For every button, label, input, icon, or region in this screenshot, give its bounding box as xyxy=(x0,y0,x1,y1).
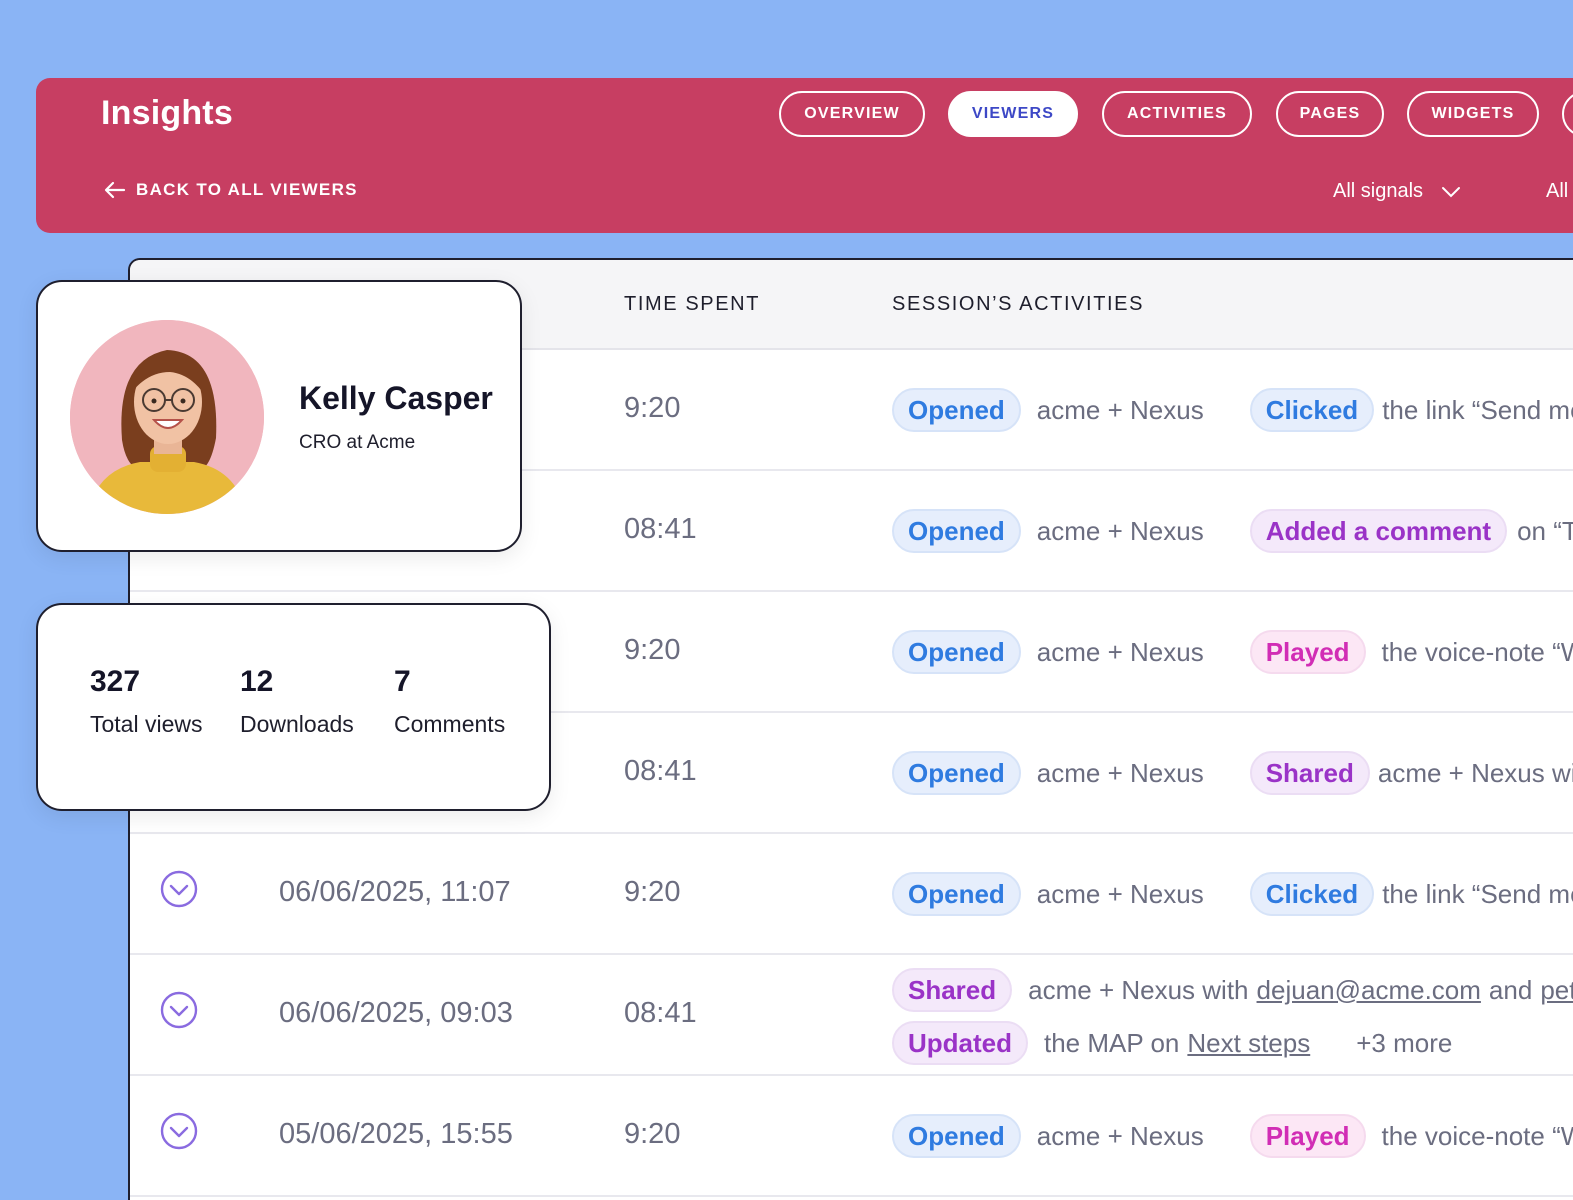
stat-comments: 7 Comments xyxy=(394,665,505,738)
time-spent: 08:41 xyxy=(624,755,697,787)
activity-pill-shared: Shared xyxy=(892,968,1013,1012)
session-activities: Opened acme + Nexus Added a comment on “… xyxy=(892,509,1573,553)
activity-text: the link “Send me xyxy=(1382,394,1573,425)
tab-activities[interactable]: ACTIVITIES xyxy=(1102,91,1252,137)
viewer-stats-card: 327 Total views 12 Downloads 7 Comments xyxy=(36,603,551,811)
expand-chevron-icon[interactable] xyxy=(160,1112,198,1150)
col-sessions-activities: SESSION’S ACTIVITIES xyxy=(892,293,1145,315)
session-activities: Opened acme + Nexus Clicked the link “Se… xyxy=(892,388,1573,432)
time-spent: 9:20 xyxy=(624,634,681,666)
activity-text: on “Te xyxy=(1517,515,1573,546)
stat-value: 327 xyxy=(90,665,141,698)
activity-text: the voice-note “W xyxy=(1381,1120,1573,1151)
time-spent: 08:41 xyxy=(624,513,697,545)
stat-value: 7 xyxy=(394,665,411,698)
email-link[interactable]: dejuan@acme.com xyxy=(1257,975,1481,1006)
stat-label: Comments xyxy=(394,711,506,737)
session-activities: Shared acme + Nexus with dejuan@acme.com… xyxy=(892,967,1573,1073)
activity-text: acme + Nexus wit xyxy=(1377,757,1573,788)
time-spent: 9:20 xyxy=(624,876,681,908)
insights-header: Insights OVERVIEW VIEWERS ACTIVITIES PAG… xyxy=(36,78,1573,233)
activity-pill-opened: Opened xyxy=(892,388,1021,432)
table-row[interactable]: 05/06/2025, 15:55 9:20 Opened acme + Nex… xyxy=(130,1076,1573,1197)
page-link[interactable]: Next steps xyxy=(1187,1028,1310,1059)
chevron-down-icon xyxy=(1442,186,1461,197)
stat-label: Downloads xyxy=(240,711,354,737)
activity-text: acme + Nexus xyxy=(1036,1120,1204,1151)
session-date: 06/06/2025, 09:03 xyxy=(279,997,513,1029)
activity-pill-shared: Shared xyxy=(1249,751,1370,795)
email-link[interactable]: pete xyxy=(1540,975,1573,1006)
second-filter-dropdown[interactable]: All xyxy=(1546,180,1568,203)
activity-text: acme + Nexus xyxy=(1036,636,1204,667)
session-activities: Opened acme + Nexus Shared acme + Nexus … xyxy=(892,751,1573,795)
stat-label: Total views xyxy=(90,711,203,737)
tab-viewers[interactable]: VIEWERS xyxy=(948,91,1078,137)
activity-text: acme + Nexus xyxy=(1036,878,1204,909)
viewer-name: Kelly Casper xyxy=(299,380,493,416)
back-label: BACK TO ALL VIEWERS xyxy=(136,180,358,199)
activity-text: and xyxy=(1488,974,1533,1005)
session-activities: Opened acme + Nexus Played the voice-not… xyxy=(892,630,1573,674)
session-activities: Opened acme + Nexus Played the voice-not… xyxy=(892,1114,1573,1158)
activity-pill-added-comment: Added a comment xyxy=(1249,509,1508,553)
more-activities-link[interactable]: +3 more xyxy=(1356,1028,1452,1059)
activity-pill-clicked: Clicked xyxy=(1249,872,1375,916)
activity-pill-updated: Updated xyxy=(892,1021,1028,1065)
time-spent: 9:20 xyxy=(624,392,681,424)
session-activities: Opened acme + Nexus Clicked the link “Se… xyxy=(892,872,1573,916)
activity-pill-played: Played xyxy=(1249,630,1366,674)
stat-downloads: 12 Downloads xyxy=(240,665,354,738)
activity-text: acme + Nexus xyxy=(1036,394,1204,425)
activity-pill-played: Played xyxy=(1249,1114,1366,1158)
tab-pages[interactable]: PAGES xyxy=(1276,91,1384,137)
activity-text: the voice-note “W xyxy=(1381,636,1573,667)
activity-pill-clicked: Clicked xyxy=(1249,388,1375,432)
avatar xyxy=(70,320,264,514)
expand-chevron-icon[interactable] xyxy=(160,991,198,1029)
activity-text: the link “Send me xyxy=(1382,878,1573,909)
table-row[interactable]: 06/06/2025, 11:07 9:20 Opened acme + Nex… xyxy=(130,834,1573,955)
activity-line: Updated the MAP on Next steps +3 more xyxy=(892,1020,1573,1066)
activity-text: the MAP on xyxy=(1044,1027,1180,1058)
viewer-role: CRO at Acme xyxy=(299,432,416,453)
time-spent: 08:41 xyxy=(624,997,697,1029)
tab-overview[interactable]: OVERVIEW xyxy=(779,91,925,137)
activity-text: acme + Nexus with xyxy=(1028,974,1249,1005)
tab-more-partial[interactable] xyxy=(1562,91,1573,137)
table-row[interactable]: 06/06/2025, 09:03 08:41 Shared acme + Ne… xyxy=(130,955,1573,1076)
activity-text: acme + Nexus xyxy=(1036,515,1204,546)
time-spent: 9:20 xyxy=(624,1118,681,1150)
activity-pill-opened: Opened xyxy=(892,1114,1021,1158)
viewer-profile-card: Kelly Casper CRO at Acme xyxy=(36,280,522,552)
back-to-all-viewers-link[interactable]: BACK TO ALL VIEWERS xyxy=(104,180,358,200)
arrow-left-icon xyxy=(104,181,126,199)
signals-filter-dropdown[interactable]: All signals xyxy=(1333,180,1461,203)
activity-pill-opened: Opened xyxy=(892,751,1021,795)
page-title: Insights xyxy=(101,94,233,132)
stat-value: 12 xyxy=(240,665,274,698)
col-time-spent: TIME SPENT xyxy=(624,293,761,315)
activity-text: acme + Nexus xyxy=(1036,757,1204,788)
avatar-portrait xyxy=(70,320,264,514)
tab-widgets[interactable]: WIDGETS xyxy=(1407,91,1539,137)
activity-line: Shared acme + Nexus with dejuan@acme.com… xyxy=(892,967,1573,1013)
session-date: 05/06/2025, 15:55 xyxy=(279,1118,513,1150)
activity-pill-opened: Opened xyxy=(892,872,1021,916)
stat-total-views: 327 Total views xyxy=(90,665,202,738)
signals-filter-label: All signals xyxy=(1333,180,1424,202)
expand-chevron-icon[interactable] xyxy=(160,870,198,908)
session-date: 06/06/2025, 11:07 xyxy=(279,876,511,908)
activity-pill-opened: Opened xyxy=(892,509,1021,553)
activity-pill-opened: Opened xyxy=(892,630,1021,674)
